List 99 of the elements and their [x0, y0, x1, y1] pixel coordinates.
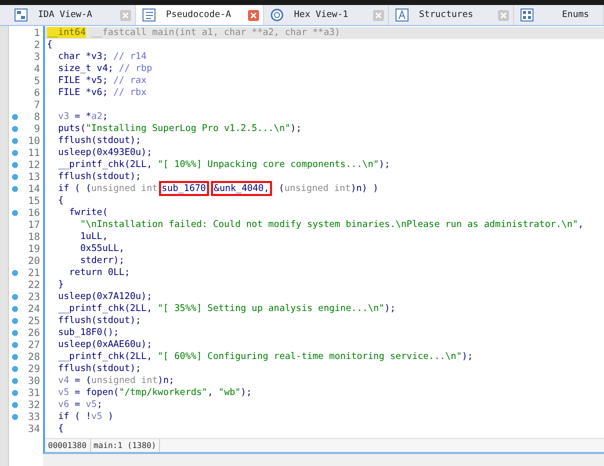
- code-line: stderr);: [79, 255, 124, 267]
- line-number: 28: [28, 352, 41, 362]
- code-line: usleep(0x493E0u);: [57, 147, 152, 159]
- line-number: 1: [34, 28, 41, 38]
- letter-square-icon: [395, 8, 409, 22]
- line-number: 2: [34, 40, 41, 50]
- line-number: 23: [28, 292, 41, 302]
- line-number: 8: [34, 112, 41, 122]
- line-number: 14: [28, 184, 41, 194]
- code-line: __printf_chk(2LL, "[ 10%%] Unpacking core components...\n");: [57, 159, 390, 171]
- line-number: 17: [28, 220, 41, 230]
- line-number: 26: [28, 328, 41, 338]
- breakpoint-dot[interactable]: [12, 150, 18, 156]
- line-number: 24: [28, 304, 41, 314]
- breakpoint-dot[interactable]: [12, 210, 18, 216]
- breakpoint-dot[interactable]: [12, 138, 18, 144]
- breakpoint-dot[interactable]: [12, 294, 18, 300]
- breakpoint-dot[interactable]: [12, 342, 18, 348]
- line-number: 34: [28, 424, 41, 434]
- code-line: FILE *v5; // rax: [57, 75, 147, 87]
- breakpoint-dot[interactable]: [12, 318, 18, 324]
- close-icon[interactable]: [498, 10, 509, 20]
- line-number: 9: [34, 124, 41, 134]
- code-line: if ( !v5 ): [57, 411, 114, 423]
- line-number: 31: [28, 388, 41, 398]
- address-text: 00001380: [45, 439, 91, 452]
- grid-icon: [520, 8, 534, 22]
- line-number: 22: [28, 280, 41, 290]
- breakpoint-dot[interactable]: [12, 354, 18, 360]
- breakpoint-dot[interactable]: [12, 414, 18, 420]
- breakpoint-dot[interactable]: [12, 174, 18, 180]
- line-number: 3: [34, 52, 41, 62]
- line-number: 27: [28, 340, 41, 350]
- code-line: 1uLL,: [79, 231, 108, 243]
- line-number: 12: [28, 160, 41, 170]
- breakpoint-dot[interactable]: [12, 390, 18, 396]
- code-line: sub_18F0();: [57, 327, 119, 339]
- code-line: __int64 __fastcall main(int a1, char **a2, char **a3): [46, 27, 340, 39]
- graph-icon: [14, 8, 28, 22]
- line-number: 25: [28, 316, 41, 326]
- code-line: if ( (unsigned int sub_1670 &unk_4040, (unsigned int)n) ): [57, 183, 378, 195]
- code-line: fflush(stdout);: [57, 363, 142, 375]
- code-line: v3 = *a2;: [57, 111, 108, 123]
- code-line: __printf_chk(2LL, "[ 60%%] Configuring real-time monitoring service...\n");: [57, 351, 473, 363]
- breakpoint-dot[interactable]: [12, 126, 18, 132]
- line-number: 16: [28, 208, 41, 218]
- line-number: 29: [28, 364, 41, 374]
- close-icon[interactable]: [120, 10, 131, 20]
- line-number: 4: [34, 64, 41, 74]
- breakpoint-dot[interactable]: [12, 162, 18, 168]
- line-number: 18: [28, 232, 41, 242]
- code-line: size_t v4; // rbp: [57, 63, 152, 75]
- code-line: {: [46, 39, 53, 51]
- line-number: 33: [28, 412, 41, 422]
- line-number: 5: [34, 76, 41, 86]
- line-number: 13: [28, 172, 41, 182]
- line-number: 20: [28, 256, 41, 266]
- code-line: v5 = fopen("/tmp/kworkerds", "wb");: [57, 387, 252, 399]
- line-number: 19: [28, 244, 41, 254]
- code-line: 0x55uLL,: [79, 243, 124, 255]
- code-line: {: [57, 195, 64, 207]
- breakpoint-dot[interactable]: [12, 330, 18, 336]
- code-line: v4 = (unsigned int)n;: [57, 375, 174, 387]
- line-number: 10: [28, 136, 41, 146]
- breakpoint-dot[interactable]: [12, 402, 18, 408]
- code-line: usleep(0xAAE60u);: [57, 339, 152, 351]
- close-icon[interactable]: [248, 10, 259, 20]
- circle-icon: [270, 8, 284, 22]
- code-line: fwrite(: [68, 207, 108, 219]
- code-line: fflush(stdout);: [57, 171, 142, 183]
- code-line: FILE *v6; // rbx: [57, 87, 147, 99]
- line-number: 7: [34, 100, 41, 110]
- code-line: return 0LL;: [68, 267, 130, 279]
- breakpoint-dot[interactable]: [12, 186, 18, 192]
- document-icon: [142, 8, 156, 22]
- line-number: 15: [28, 196, 41, 206]
- code-line: v6 = v5;: [57, 399, 102, 411]
- line-number: 32: [28, 400, 41, 410]
- close-icon[interactable]: [373, 10, 384, 20]
- code-line: }: [57, 279, 64, 291]
- line-number: 30: [28, 376, 41, 386]
- code-line: __printf_chk(2LL, "[ 35%%] Setting up analysis engine...\n");: [57, 303, 396, 315]
- line-number: 6: [34, 88, 41, 98]
- code-line: usleep(0x7A120u);: [57, 291, 152, 303]
- line-number: 11: [28, 148, 41, 158]
- code-line: puts("Installing SuperLog Pro v1.2.5...\n");: [57, 123, 302, 135]
- location-text: main:1 (1380): [90, 439, 160, 452]
- breakpoint-dot[interactable]: [12, 366, 18, 372]
- code-line: fflush(stdout);: [57, 135, 142, 147]
- code-line: fflush(stdout);: [57, 315, 142, 327]
- code-line: "\nInstallation failed: Could not modify system binaries.\nPlease run as administrator.\n",: [79, 219, 584, 231]
- tab[interactable]: Pseudocode-A: [136, 5, 264, 25]
- line-number: 21: [28, 268, 41, 278]
- code-line: {: [57, 423, 64, 435]
- breakpoint-dot[interactable]: [12, 270, 18, 276]
- breakpoint-dot[interactable]: [12, 306, 18, 312]
- breakpoint-dot[interactable]: [12, 378, 18, 384]
- code-line: char *v3; // r14: [57, 51, 147, 63]
- breakpoint-dot[interactable]: [12, 114, 18, 120]
